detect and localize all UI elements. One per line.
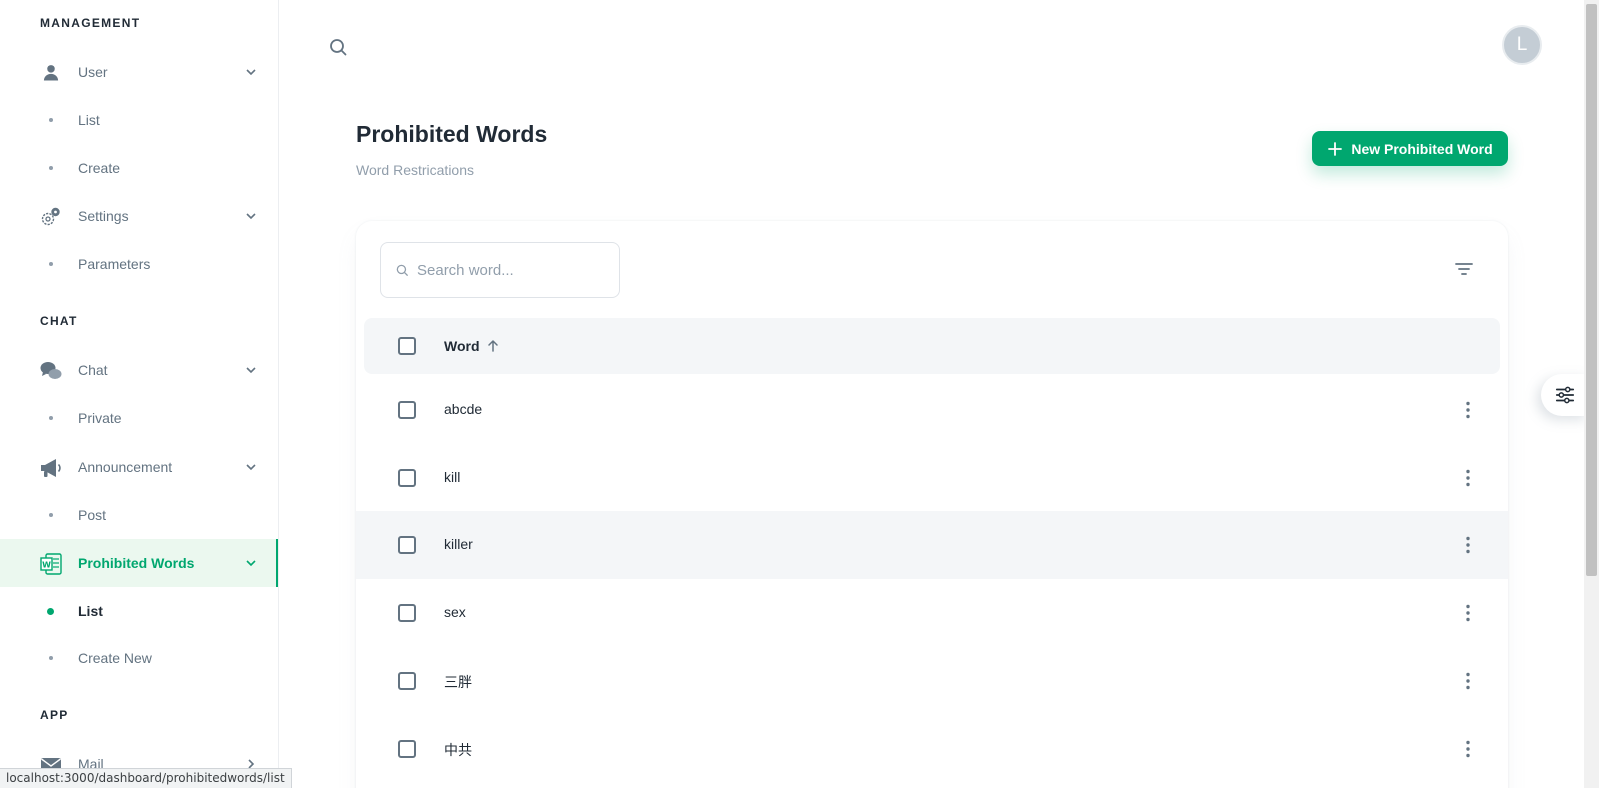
- column-header-label: Word: [444, 338, 480, 354]
- search-icon: [396, 264, 408, 276]
- chat-bubbles-icon: [39, 359, 63, 383]
- bullet-dot: [49, 166, 53, 170]
- word-cell: sex: [444, 604, 466, 620]
- sidebar-subitem-label: Private: [78, 410, 122, 426]
- sidebar-item-chat[interactable]: Chat: [0, 346, 278, 394]
- page-title: Prohibited Words: [356, 121, 548, 147]
- prohibited-words-card: Word abcde kill killer sex 三胖: [356, 221, 1508, 788]
- more-vertical-icon: [1466, 536, 1470, 554]
- column-header-word[interactable]: Word: [444, 338, 500, 354]
- row-more-button[interactable]: [1456, 466, 1480, 490]
- new-prohibited-word-button[interactable]: New Prohibited Word: [1312, 131, 1508, 166]
- user-icon: [39, 61, 63, 85]
- table-row[interactable]: 中共: [356, 715, 1508, 783]
- sidebar: MANAGEMENT User List Create Settings Par…: [0, 0, 279, 788]
- more-vertical-icon: [1466, 740, 1470, 758]
- row-more-button[interactable]: [1456, 737, 1480, 761]
- sidebar-subitem-parameters[interactable]: Parameters: [0, 242, 278, 286]
- bullet-dot: [49, 416, 53, 420]
- sidebar-subitem-label: Create New: [78, 650, 152, 666]
- sidebar-subitem-user-list[interactable]: List: [0, 98, 278, 142]
- sidebar-subitem-post[interactable]: Post: [0, 493, 278, 537]
- gear-icon: [39, 205, 63, 229]
- new-button-label: New Prohibited Word: [1351, 140, 1493, 157]
- svg-text:W: W: [42, 561, 51, 570]
- table-row[interactable]: abcde: [356, 376, 1508, 444]
- filter-icon: [1455, 263, 1473, 275]
- bullet-dot: [47, 607, 54, 615]
- chevron-down-icon: [246, 464, 256, 471]
- row-more-button[interactable]: [1456, 601, 1480, 625]
- bullet-dot: [49, 513, 53, 517]
- arrow-up-icon: [487, 340, 498, 352]
- sidebar-item-settings[interactable]: Settings: [0, 192, 278, 240]
- sidebar-subitem-user-create[interactable]: Create: [0, 146, 278, 190]
- settings-drawer-button[interactable]: [1541, 374, 1589, 416]
- chevron-down-icon: [246, 367, 256, 374]
- row-checkbox[interactable]: [398, 536, 416, 554]
- row-checkbox[interactable]: [398, 401, 416, 419]
- sidebar-item-label: Prohibited Words: [78, 555, 195, 571]
- search-icon: [330, 39, 347, 56]
- table-row[interactable]: killer: [356, 511, 1508, 579]
- plus-icon: [1328, 141, 1343, 156]
- sidebar-item-user[interactable]: User: [0, 48, 278, 96]
- sidebar-item-announcement[interactable]: Announcement: [0, 443, 278, 491]
- sidebar-subitem-label: List: [78, 603, 103, 619]
- sidebar-item-prohibited-words[interactable]: W Prohibited Words: [0, 539, 278, 587]
- sidebar-subitem-prohibited-list[interactable]: List: [0, 589, 278, 633]
- sidebar-item-label: User: [78, 64, 108, 80]
- bullet-dot: [49, 262, 53, 266]
- row-checkbox[interactable]: [398, 604, 416, 622]
- more-vertical-icon: [1466, 469, 1470, 487]
- sliders-icon: [1555, 386, 1575, 404]
- search-word-field[interactable]: [380, 242, 620, 298]
- row-checkbox[interactable]: [398, 740, 416, 758]
- header-search-button[interactable]: [326, 35, 350, 59]
- sidebar-item-label: Settings: [78, 208, 129, 224]
- table-row[interactable]: 三胖: [356, 647, 1508, 715]
- table-row[interactable]: sex: [356, 579, 1508, 647]
- more-vertical-icon: [1466, 604, 1470, 622]
- row-checkbox[interactable]: [398, 672, 416, 690]
- row-more-button[interactable]: [1456, 398, 1480, 422]
- word-cell: abcde: [444, 401, 483, 417]
- table-row[interactable]: kill: [356, 444, 1508, 512]
- avatar[interactable]: L: [1502, 25, 1542, 65]
- row-more-button[interactable]: [1456, 533, 1480, 557]
- word-document-icon: W: [39, 552, 63, 576]
- section-title-chat: CHAT: [40, 314, 78, 328]
- filter-button[interactable]: [1452, 257, 1476, 281]
- word-cell: kill: [444, 469, 461, 485]
- status-url-bar: localhost:3000/dashboard/prohibitedwords…: [0, 768, 292, 788]
- table-header: Word: [364, 318, 1500, 374]
- sidebar-subitem-label: Parameters: [78, 256, 151, 272]
- row-more-button[interactable]: [1456, 669, 1480, 693]
- megaphone-icon: [39, 456, 63, 480]
- sidebar-item-label: Announcement: [78, 459, 173, 475]
- sidebar-subitem-label: Create: [78, 160, 121, 176]
- search-input[interactable]: [417, 261, 607, 279]
- bullet-dot: [49, 656, 53, 660]
- row-checkbox[interactable]: [398, 469, 416, 487]
- sidebar-item-label: Chat: [78, 362, 108, 378]
- more-vertical-icon: [1466, 672, 1470, 690]
- word-cell: 三胖: [444, 674, 472, 690]
- sidebar-subitem-label: List: [78, 112, 100, 128]
- scrollbar-thumb[interactable]: [1586, 4, 1597, 576]
- chevron-down-icon: [246, 560, 256, 567]
- word-cell: killer: [444, 536, 473, 552]
- bullet-dot: [49, 118, 53, 122]
- word-cell: 中共: [444, 742, 472, 758]
- sidebar-subitem-label: Post: [78, 507, 107, 523]
- more-vertical-icon: [1466, 401, 1470, 419]
- sidebar-subitem-private[interactable]: Private: [0, 396, 278, 440]
- sidebar-subitem-prohibited-create[interactable]: Create New: [0, 636, 278, 680]
- chevron-down-icon: [246, 69, 256, 76]
- chevron-down-icon: [246, 213, 256, 220]
- section-title-management: MANAGEMENT: [40, 16, 141, 30]
- section-title-app: APP: [40, 708, 69, 722]
- select-all-checkbox[interactable]: [398, 337, 416, 355]
- breadcrumb: Word Restrications: [356, 162, 475, 178]
